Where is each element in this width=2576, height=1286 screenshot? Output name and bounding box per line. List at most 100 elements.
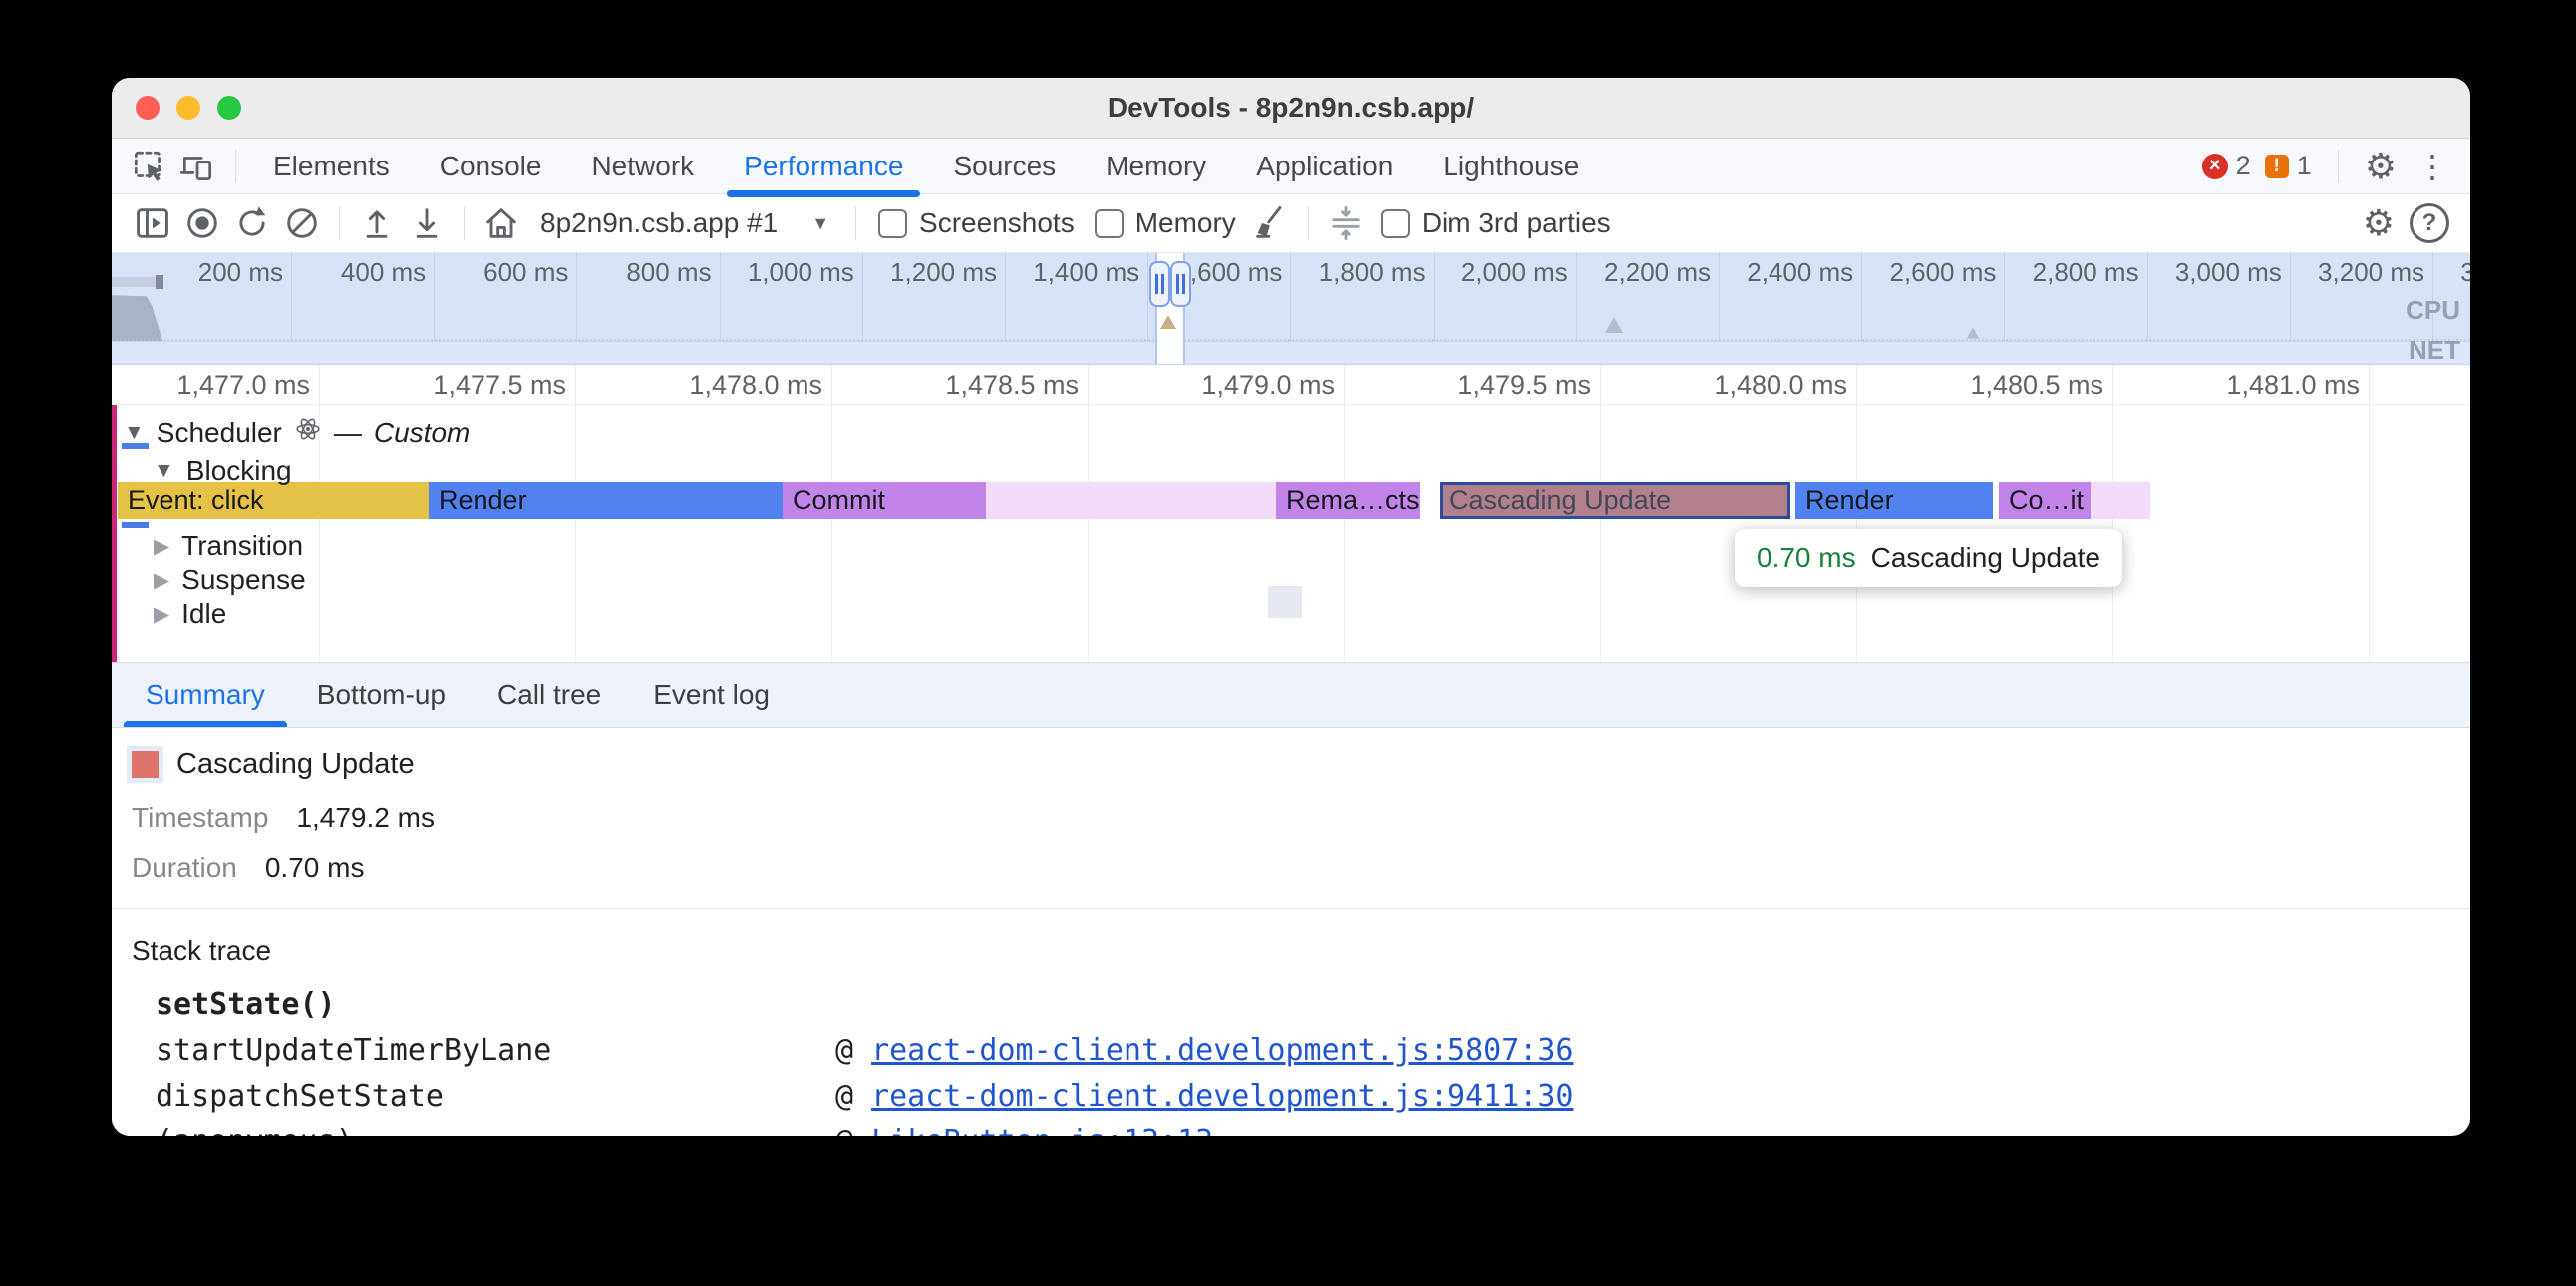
details-tab-bar: Summary Bottom-up Call tree Event log — [112, 662, 2470, 728]
overview-tick-label: 3,200 ms — [2318, 257, 2432, 288]
custom-track-tag: Custom — [374, 417, 470, 449]
selection-left-handle[interactable] — [1149, 261, 1170, 307]
chevron-down-icon — [811, 213, 829, 234]
record-icon[interactable] — [177, 201, 227, 245]
flame-chart-area[interactable]: Scheduler — Custom Blocking Event: click… — [112, 405, 2470, 662]
separator — [464, 206, 465, 240]
details-tab[interactable]: Bottom-up — [291, 663, 472, 727]
zoom-window-button[interactable] — [217, 96, 241, 120]
track-transition[interactable]: Transition — [154, 530, 303, 562]
overview-tick-label: 600 ms — [483, 257, 576, 288]
cpu-activity-shape — [112, 289, 169, 341]
expand-triangle-icon[interactable] — [154, 534, 169, 559]
react-atom-icon — [294, 415, 322, 450]
ruler-tick-line — [1088, 365, 1089, 404]
inspect-element-icon[interactable] — [128, 147, 171, 186]
net-track-label: NET — [2409, 335, 2460, 365]
ruler-tick-line — [575, 365, 576, 404]
help-icon[interactable] — [2405, 201, 2454, 245]
transition-track-label: Transition — [181, 530, 303, 562]
download-profile-icon[interactable] — [402, 201, 452, 245]
error-badge[interactable]: 2 — [2202, 151, 2251, 181]
devtools-tab[interactable]: Application — [1231, 139, 1418, 193]
dim-3rd-parties-checkbox[interactable]: Dim 3rd parties — [1371, 207, 1621, 239]
stack-frame: (anonymous) @ LikeButton.js:13:13 — [156, 1119, 2470, 1136]
flame-bar-event-click[interactable]: Event: click — [118, 482, 429, 519]
selection-event-marker — [1160, 315, 1176, 329]
flame-bar-cascading-update[interactable]: Cascading Update — [1440, 482, 1790, 519]
flame-bar-commit[interactable]: Commit — [783, 482, 986, 519]
stack-frame: dispatchSetState @ react-dom-client.deve… — [156, 1073, 2470, 1119]
settings-gear-icon[interactable] — [2365, 149, 2397, 184]
track-suspense[interactable]: Suspense — [154, 564, 306, 596]
error-icon — [2202, 154, 2228, 179]
separator — [235, 150, 236, 183]
stack-at-symbol: @ — [835, 1033, 853, 1068]
close-window-button[interactable] — [136, 96, 160, 120]
collapse-tracks-icon[interactable] — [1321, 201, 1371, 245]
flame-bar[interactable] — [2091, 482, 2150, 519]
memory-checkbox[interactable]: Memory — [1085, 207, 1246, 239]
stack-source-link[interactable]: react-dom-client.development.js:9411:30 — [871, 1079, 1573, 1114]
devtools-tab[interactable]: Network — [566, 139, 719, 193]
flame-bar-render[interactable]: Render — [1795, 482, 1993, 519]
flame-bar[interactable] — [986, 482, 1276, 519]
timeline-overview[interactable]: 200 ms400 ms600 ms800 ms1,000 ms1,200 ms… — [112, 253, 2470, 365]
overview-marker-triangle — [1605, 317, 1623, 333]
details-tab[interactable]: Call tree — [472, 663, 627, 727]
screenshots-checkbox[interactable]: Screenshots — [868, 207, 1085, 239]
garbage-collect-icon[interactable] — [1246, 201, 1296, 245]
overview-tick-label: 2,800 ms — [2033, 257, 2147, 288]
stack-function-name: setState() — [156, 987, 835, 1022]
clear-icon[interactable] — [277, 201, 327, 245]
minimize-window-button[interactable] — [176, 96, 200, 120]
devtools-tab[interactable]: Memory — [1081, 139, 1231, 193]
flame-bar-rema-cts[interactable]: Rema…cts — [1276, 482, 1420, 519]
details-tab[interactable]: Event log — [627, 663, 796, 727]
devtools-tab[interactable]: Lighthouse — [1418, 139, 1604, 193]
devtools-tab[interactable]: Elements — [248, 139, 415, 193]
stack-source-link[interactable]: LikeButton.js:13:13 — [871, 1125, 1213, 1137]
devtools-tab[interactable]: Performance — [719, 139, 928, 193]
expand-triangle-icon[interactable] — [154, 602, 169, 627]
target-selector[interactable]: 8p2n9n.csb.app #1 — [526, 207, 843, 239]
traffic-lights — [136, 96, 241, 120]
track-idle[interactable]: Idle — [154, 598, 226, 630]
screenshots-label: Screenshots — [919, 207, 1075, 239]
overview-tick-label: 2,600 ms — [1889, 257, 2004, 288]
flame-bar-co-it[interactable]: Co…it — [1999, 482, 2091, 519]
collapse-triangle-icon[interactable] — [154, 459, 174, 482]
capture-settings-gear-icon[interactable] — [2363, 205, 2395, 241]
devtools-tab[interactable]: Console — [415, 139, 567, 193]
collapse-triangle-icon[interactable] — [124, 421, 145, 445]
home-icon[interactable] — [477, 201, 526, 245]
grid-line — [1088, 405, 1089, 662]
overview-tick-label: 1,800 ms — [1319, 257, 1434, 288]
track-blocking[interactable]: Blocking — [154, 455, 292, 486]
reload-and-record-icon[interactable] — [227, 201, 277, 245]
more-options-icon[interactable] — [2411, 151, 2454, 182]
ruler-tick-label: 1,479.0 ms — [1201, 370, 1344, 401]
idle-track-label: Idle — [181, 598, 226, 630]
stack-source-link[interactable]: react-dom-client.development.js:5807:36 — [871, 1033, 1573, 1068]
ruler-tick-line — [1856, 365, 1857, 404]
overview-tick-label: 2,000 ms — [1461, 257, 1576, 288]
separator — [339, 206, 340, 240]
ruler-tick-label: 1,477.0 ms — [176, 370, 319, 401]
timeline-ruler[interactable]: 1,477.0 ms1,477.5 ms1,478.0 ms1,478.5 ms… — [112, 365, 2470, 405]
devtools-tab[interactable]: Sources — [928, 139, 1081, 193]
device-toolbar-icon[interactable] — [175, 147, 219, 186]
separator — [855, 206, 856, 240]
separator — [1308, 206, 1309, 240]
summary-row-label: Duration — [132, 852, 237, 884]
warning-badge[interactable]: 1 — [2265, 151, 2312, 181]
upload-profile-icon[interactable] — [352, 201, 402, 245]
toggle-sidebar-icon[interactable] — [128, 201, 177, 245]
overview-tick-label: 400 ms — [341, 257, 434, 288]
suspense-track-label: Suspense — [181, 564, 306, 596]
track-scheduler[interactable]: Scheduler — Custom — [124, 415, 470, 450]
details-tab[interactable]: Summary — [120, 663, 291, 727]
selection-right-handle[interactable] — [1170, 261, 1191, 307]
flame-bar-render[interactable]: Render — [429, 482, 783, 519]
expand-triangle-icon[interactable] — [154, 568, 169, 593]
